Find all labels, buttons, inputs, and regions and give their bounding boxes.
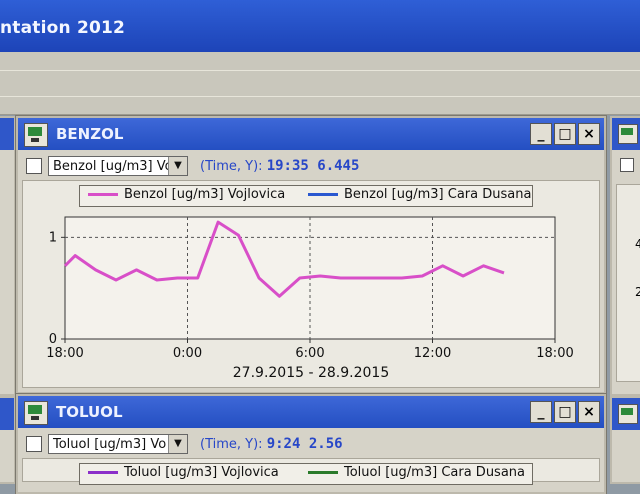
right-checkbox[interactable] xyxy=(620,158,634,172)
toluol-plot-panel: Toluol [ug/m3] Vojlovica Toluol [ug/m3] … xyxy=(22,458,600,485)
left-partial-window-bottom xyxy=(0,396,16,484)
window-title: BENZOL xyxy=(56,125,124,143)
series-select-value: Benzol [ug/m3] Vo xyxy=(53,159,173,174)
toolbar-divider xyxy=(0,70,640,71)
date-range-label: 27.9.2015 - 28.9.2015 xyxy=(232,365,390,381)
right-partial-window: 4 2 xyxy=(610,116,640,396)
left-partial-titlebar xyxy=(0,118,14,150)
x-tick-label: 6:00 xyxy=(295,346,324,361)
window-app-icon xyxy=(24,123,48,147)
legend-swatch xyxy=(88,193,118,196)
chevron-down-icon[interactable]: ▼ xyxy=(168,157,187,175)
legend-item: Benzol [ug/m3] Vojlovica xyxy=(88,187,285,202)
chart-legend: Toluol [ug/m3] Vojlovica Toluol [ug/m3] … xyxy=(79,463,533,485)
close-button[interactable]: × xyxy=(578,123,600,145)
legend-label: Toluol [ug/m3] Vojlovica xyxy=(124,465,279,480)
benzol-selector-row: Benzol [ug/m3] Vo ▼ (Time, Y): 19:35 6.4… xyxy=(18,154,604,178)
toluol-window: TOLUOL _ □ × Toluol [ug/m3] Vo ▼ (Time, … xyxy=(16,394,606,494)
legend-item: Benzol [ug/m3] Cara Dusana xyxy=(308,187,531,202)
toolbar-area xyxy=(0,52,640,115)
maximize-button[interactable]: □ xyxy=(554,401,576,423)
window-title: TOLUOL xyxy=(56,403,123,421)
toolbar-divider xyxy=(0,96,640,97)
legend-swatch xyxy=(88,471,118,474)
benzol-titlebar[interactable]: BENZOL _ □ × xyxy=(18,118,604,150)
series-checkbox[interactable] xyxy=(26,158,42,174)
left-partial-window xyxy=(0,116,16,396)
cursor-readout: (Time, Y): 9:24 2.56 xyxy=(200,436,343,452)
app-titlebar: ntation 2012 xyxy=(0,0,640,52)
minimize-button[interactable]: _ xyxy=(530,401,552,423)
right-partial-titlebar xyxy=(612,398,640,430)
legend-swatch xyxy=(308,471,338,474)
legend-item: Toluol [ug/m3] Vojlovica xyxy=(88,465,279,480)
legend-item: Toluol [ug/m3] Cara Dusana xyxy=(308,465,525,480)
legend-label: Benzol [ug/m3] Vojlovica xyxy=(124,187,286,202)
y-tick-label: 1 xyxy=(49,230,57,245)
app-title: ntation 2012 xyxy=(0,18,126,38)
right-plot-panel: 4 2 xyxy=(616,184,640,382)
toluol-titlebar[interactable]: TOLUOL _ □ × xyxy=(18,396,604,428)
y-tick-label: 0 xyxy=(49,332,57,347)
x-tick-label: 12:00 xyxy=(414,346,451,361)
y-tick-label: 2 xyxy=(635,285,640,299)
x-tick-label: 0:00 xyxy=(173,346,202,361)
legend-label: Benzol [ug/m3] Cara Dusana xyxy=(344,187,532,202)
series-select-value: Toluol [ug/m3] Vo xyxy=(53,437,167,452)
chevron-down-icon[interactable]: ▼ xyxy=(168,435,187,453)
series-checkbox[interactable] xyxy=(26,436,42,452)
legend-swatch xyxy=(308,193,338,196)
x-tick-label: 18:00 xyxy=(46,346,83,361)
window-app-icon xyxy=(24,401,48,425)
readout-value: 9:24 2.56 xyxy=(266,436,343,452)
window-app-icon xyxy=(618,404,638,424)
x-tick-label: 18:00 xyxy=(536,346,573,361)
maximize-button[interactable]: □ xyxy=(554,123,576,145)
window-app-icon xyxy=(618,124,638,144)
minimize-button[interactable]: _ xyxy=(530,123,552,145)
readout-label: (Time, Y): xyxy=(200,159,263,174)
left-partial-titlebar xyxy=(0,398,14,430)
right-partial-titlebar xyxy=(612,118,640,150)
benzol-chart: 18:00 0:00 6:00 12:00 18:0001 xyxy=(46,216,574,361)
chart-legend: Benzol [ug/m3] Vojlovica Benzol [ug/m3] … xyxy=(79,185,533,207)
benzol-window: BENZOL _ □ × Benzol [ug/m3] Vo ▼ (Time, … xyxy=(16,116,606,394)
toluol-selector-row: Toluol [ug/m3] Vo ▼ (Time, Y): 9:24 2.56 xyxy=(18,432,604,456)
benzol-plot-panel: Benzol [ug/m3] Vojlovica Benzol [ug/m3] … xyxy=(22,180,600,388)
cursor-readout: (Time, Y): 19:35 6.445 xyxy=(200,158,359,174)
close-button[interactable]: × xyxy=(578,401,600,423)
series-select[interactable]: Benzol [ug/m3] Vo ▼ xyxy=(48,156,188,176)
series-select[interactable]: Toluol [ug/m3] Vo ▼ xyxy=(48,434,188,454)
legend-label: Toluol [ug/m3] Cara Dusana xyxy=(344,465,525,480)
y-tick-label: 4 xyxy=(635,237,640,251)
readout-label: (Time, Y): xyxy=(200,437,263,452)
right-partial-window-bottom xyxy=(610,396,640,484)
readout-value: 19:35 6.445 xyxy=(266,158,360,174)
